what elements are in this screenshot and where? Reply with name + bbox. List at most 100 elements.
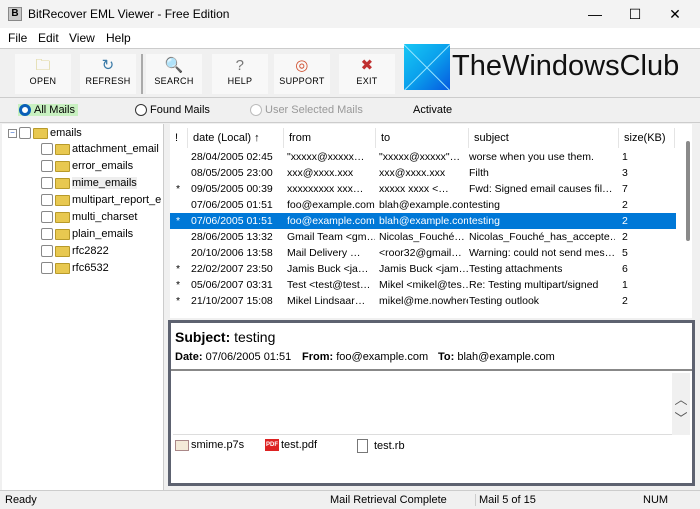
lifebuoy-icon: ◎ (295, 57, 309, 74)
folder-icon (33, 127, 48, 139)
chevron-down-icon[interactable]: ﹀ (672, 408, 690, 427)
menu-bar: File Edit View Help (0, 28, 700, 48)
attachment-test.pdf[interactable]: PDF test.pdf (265, 439, 317, 451)
search-button[interactable]: 🔍 SEARCH (146, 54, 202, 94)
tree-node-attachment_email[interactable]: attachment_email (41, 141, 159, 157)
checkbox[interactable] (41, 262, 53, 274)
chevron-up-icon[interactable]: ︿ (672, 389, 690, 408)
tree-node-rfc2822[interactable]: rfc2822 (41, 243, 109, 259)
mail-row[interactable]: * 05/06/2007 03:31 Test <test@test… Mikel <… (170, 277, 676, 293)
message-body[interactable]: ︿ ﹀ (173, 373, 690, 435)
column-header[interactable]: to (376, 128, 469, 148)
cell-from: foo@example.com (287, 215, 375, 227)
column-header[interactable]: size(KB) (619, 128, 675, 148)
refresh-button[interactable]: ↻ REFRESH (80, 54, 136, 94)
maximize-button[interactable]: ☐ (620, 4, 650, 24)
all-mails-radio[interactable]: All Mails (18, 104, 78, 116)
activate-link[interactable]: Activate (413, 104, 452, 116)
mail-row[interactable]: * 22/02/2007 23:50 Jamis Buck <ja… Jamis Bu… (170, 261, 676, 277)
folder-icon (55, 177, 70, 189)
preview-header: Subject: testing Date: 07/06/2005 01:51 … (171, 323, 692, 371)
watermark-text: TheWindowsClub (452, 50, 680, 82)
mail-row[interactable]: * 09/05/2005 00:39 xxxxxxxxx xxx… xxxxx xxx… (170, 181, 676, 197)
cell-size: 2 (622, 199, 628, 211)
status-ready: Ready (5, 494, 37, 506)
exit-button[interactable]: ✖ EXIT (339, 54, 395, 94)
tree-label: rfc2822 (72, 245, 109, 257)
folder-icon (55, 160, 70, 172)
mail-row[interactable]: 07/06/2005 01:51 foo@example.com blah@exam… (170, 197, 676, 213)
attachment-smime.p7s[interactable]: smime.p7s (175, 439, 244, 451)
cell-size: 7 (622, 183, 628, 195)
cell-size: 5 (622, 247, 628, 259)
minimize-button[interactable]: — (580, 4, 610, 24)
open-button[interactable]: 🗀 OPEN (15, 54, 71, 94)
checkbox[interactable] (41, 211, 53, 223)
window-title: BitRecover EML Viewer - Free Edition (28, 7, 230, 21)
column-header[interactable]: subject (469, 128, 619, 148)
tree-node-rfc6532[interactable]: rfc6532 (41, 260, 109, 276)
pdf-icon: PDF (265, 439, 279, 451)
column-header[interactable]: from (284, 128, 376, 148)
title-bar: B BitRecover EML Viewer - Free Edition —… (0, 0, 700, 28)
tree-node-emails[interactable]: − emails (8, 125, 82, 141)
cell-date: 07/06/2005 01:51 (191, 199, 273, 211)
folder-icon (55, 228, 70, 240)
found-mails-label: Found Mails (150, 104, 210, 116)
mail-row[interactable]: 28/06/2005 13:32 Gmail Team <gm… Nicolas_F… (170, 229, 676, 245)
cell-date: 07/06/2005 01:51 (191, 215, 273, 227)
menu-file[interactable]: File (8, 31, 27, 45)
close-button[interactable]: ✕ (660, 4, 690, 24)
tree-node-multi_charset[interactable]: multi_charset (41, 209, 137, 225)
attachment-test.rb[interactable]: test.rb (357, 439, 405, 453)
mail-row[interactable]: 08/05/2005 23:00 xxx@xxxx.xxx xxx@xxxx.xxx… (170, 165, 676, 181)
user-selected-mails-radio[interactable]: User Selected Mails (250, 104, 363, 116)
tree-label: error_emails (72, 160, 134, 172)
menu-help[interactable]: Help (106, 31, 131, 45)
collapse-icon[interactable]: − (8, 128, 17, 138)
found-mails-radio[interactable]: Found Mails (135, 104, 210, 116)
column-header[interactable]: date (Local) ↑ (188, 128, 284, 148)
exit-icon: ✖ (360, 57, 374, 74)
checkbox[interactable] (41, 143, 53, 155)
status-retrieval: Mail Retrieval Complete (330, 494, 447, 506)
cell-size: 1 (622, 151, 628, 163)
cell-subject: testing (469, 215, 500, 227)
tree-node-plain_emails[interactable]: plain_emails (41, 226, 133, 242)
mail-row[interactable]: * 21/10/2007 15:08 Mikel Lindsaar… mikel@me… (170, 293, 676, 309)
tree-node-error_emails[interactable]: error_emails (41, 158, 133, 174)
help-button[interactable]: ? HELP (212, 54, 268, 94)
button-label: HELP (227, 76, 253, 86)
body-scrollbar[interactable]: ︿ ﹀ (672, 373, 690, 435)
cell-size: 2 (622, 231, 628, 243)
cell-flag: * (176, 295, 181, 307)
cell-from: foo@example.com (287, 199, 375, 211)
status-num: NUM (643, 494, 669, 506)
cell-from: xxx@xxxx.xxx (287, 167, 354, 179)
cell-to: xxx@xxxx.xxx (379, 167, 446, 179)
subject-value: testing (234, 329, 276, 345)
button-label: EXIT (356, 76, 378, 86)
tree-label: multipart_report_e (72, 194, 162, 206)
checkbox[interactable] (41, 160, 53, 172)
list-scrollbar-thumb[interactable] (686, 141, 690, 241)
column-header[interactable]: ! (170, 128, 188, 148)
tree-node-multipart_report_e[interactable]: multipart_report_e (41, 192, 161, 208)
tree-node-mime_emails[interactable]: mime_emails (41, 175, 137, 191)
cell-subject: Warning: could not send mes… (469, 247, 615, 259)
mail-row[interactable]: 28/04/2005 02:45 "xxxxx@xxxxx… "xxxxx@xxxx… (170, 149, 676, 165)
menu-edit[interactable]: Edit (38, 31, 59, 45)
cell-from: Test <test@test… (287, 279, 371, 291)
checkbox[interactable] (41, 194, 53, 206)
checkbox[interactable] (41, 245, 53, 257)
checkbox[interactable] (41, 228, 53, 240)
checkbox[interactable] (41, 177, 53, 189)
cell-subject: Fwd: Signed email causes fil… (469, 183, 613, 195)
mail-row[interactable]: * 07/06/2005 01:51 foo@example.com blah@exa… (170, 213, 676, 229)
cell-subject: testing (469, 199, 500, 211)
checkbox[interactable] (19, 127, 31, 139)
menu-view[interactable]: View (69, 31, 95, 45)
mail-row[interactable]: 20/10/2006 13:58 Mail Delivery … <roor32@g… (170, 245, 676, 261)
support-button[interactable]: ◎ SUPPORT (274, 54, 330, 94)
cell-from: "xxxxx@xxxxx… (287, 151, 365, 163)
